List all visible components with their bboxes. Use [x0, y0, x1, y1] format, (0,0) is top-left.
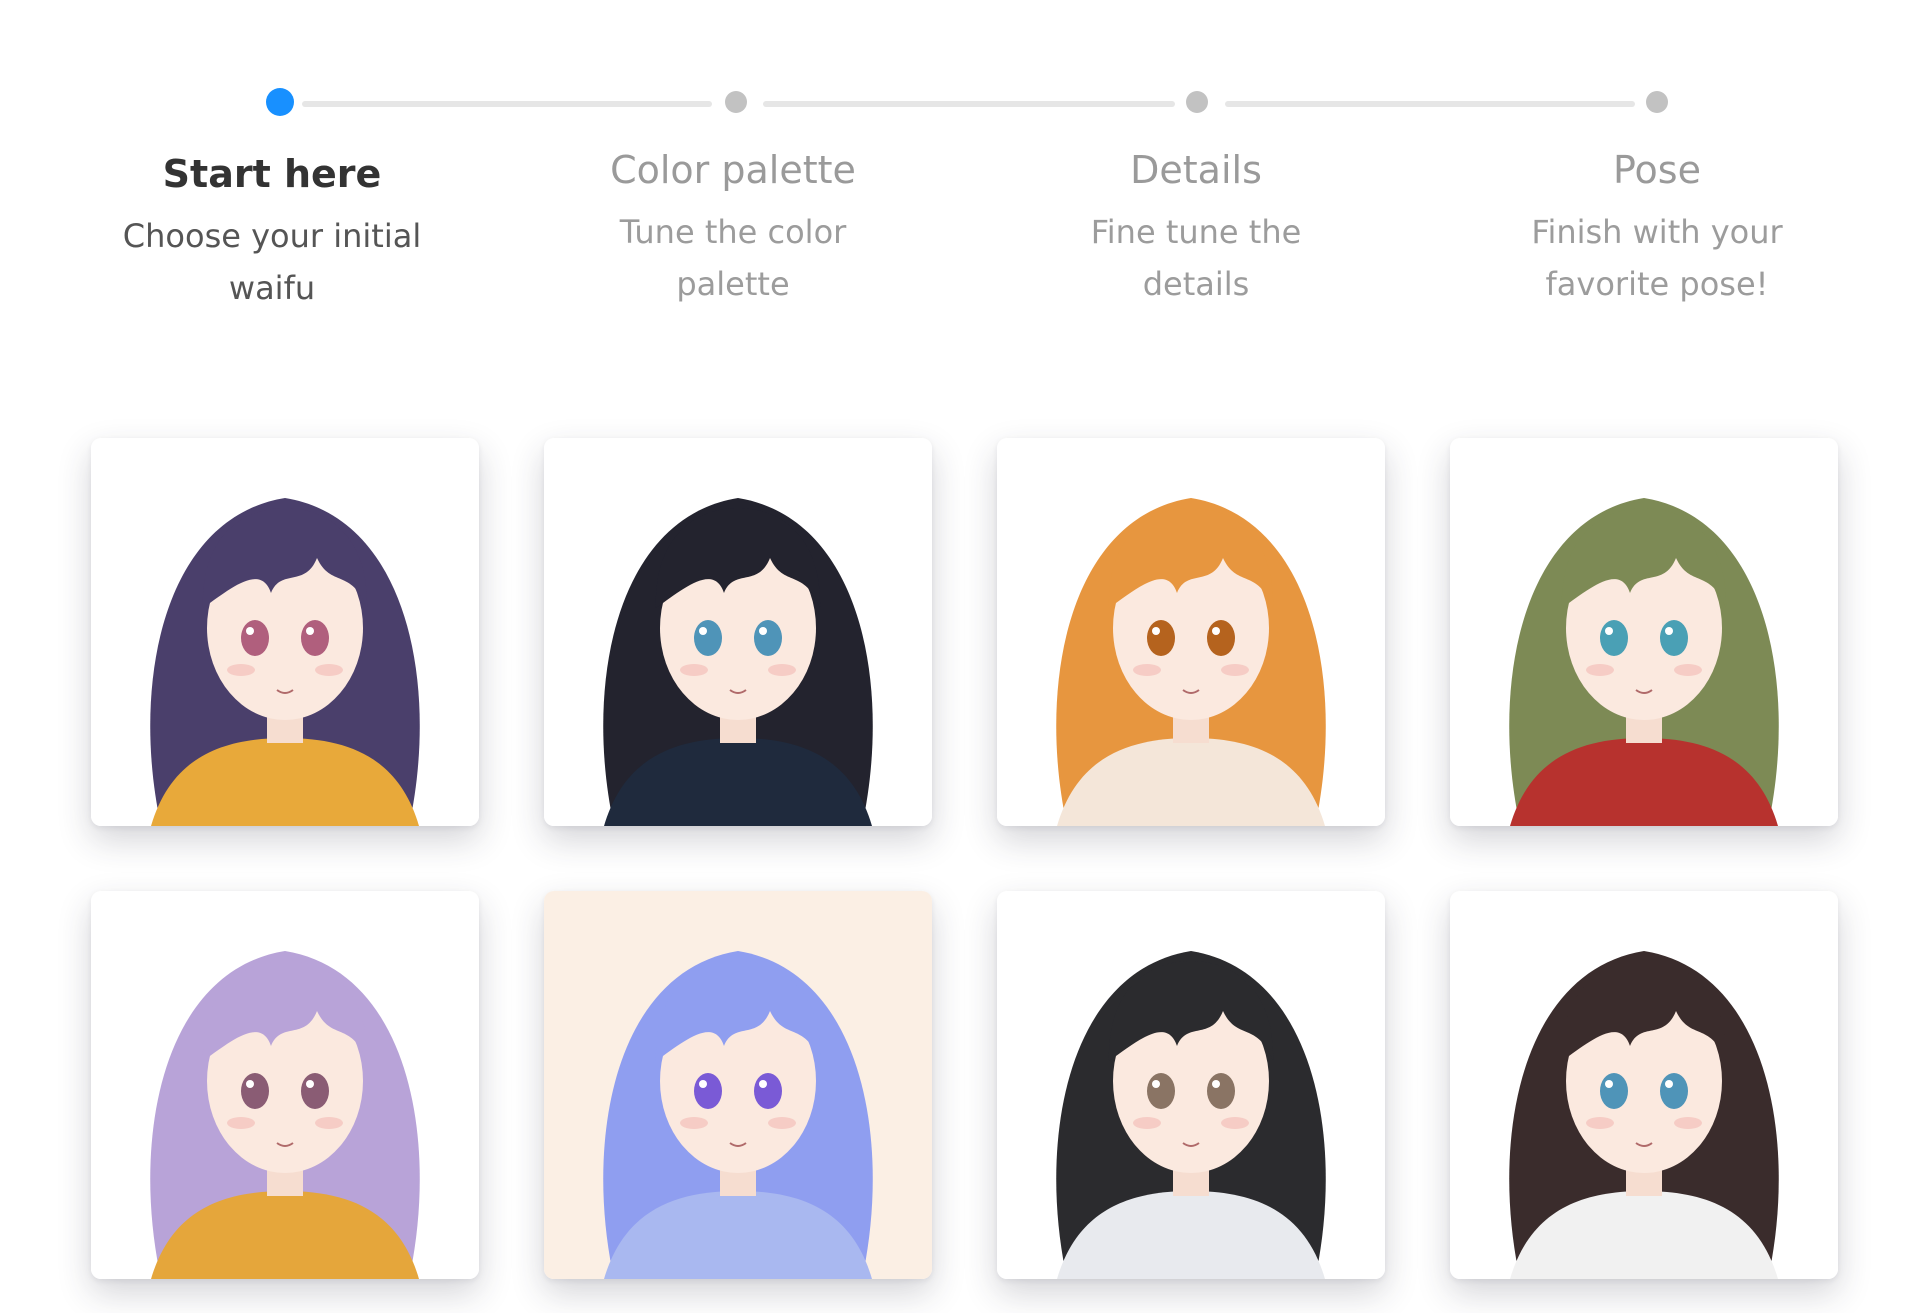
waifu-portrait	[1450, 891, 1838, 1279]
waifu-card-1[interactable]	[91, 438, 479, 826]
waifu-creator-page: Start here Choose your initial waifu Col…	[0, 0, 1920, 1313]
waifu-portrait	[91, 891, 479, 1279]
waifu-grid	[0, 0, 1920, 1313]
waifu-card-3[interactable]	[997, 438, 1385, 826]
waifu-portrait	[997, 438, 1385, 826]
waifu-portrait	[91, 438, 479, 826]
waifu-portrait	[544, 438, 932, 826]
waifu-card-8[interactable]	[1450, 891, 1838, 1279]
waifu-card-4[interactable]	[1450, 438, 1838, 826]
waifu-card-5[interactable]	[91, 891, 479, 1279]
waifu-portrait	[544, 891, 932, 1279]
waifu-card-6[interactable]	[544, 891, 932, 1279]
waifu-portrait	[997, 891, 1385, 1279]
waifu-card-7[interactable]	[997, 891, 1385, 1279]
waifu-portrait	[1450, 438, 1838, 826]
waifu-card-2[interactable]	[544, 438, 932, 826]
